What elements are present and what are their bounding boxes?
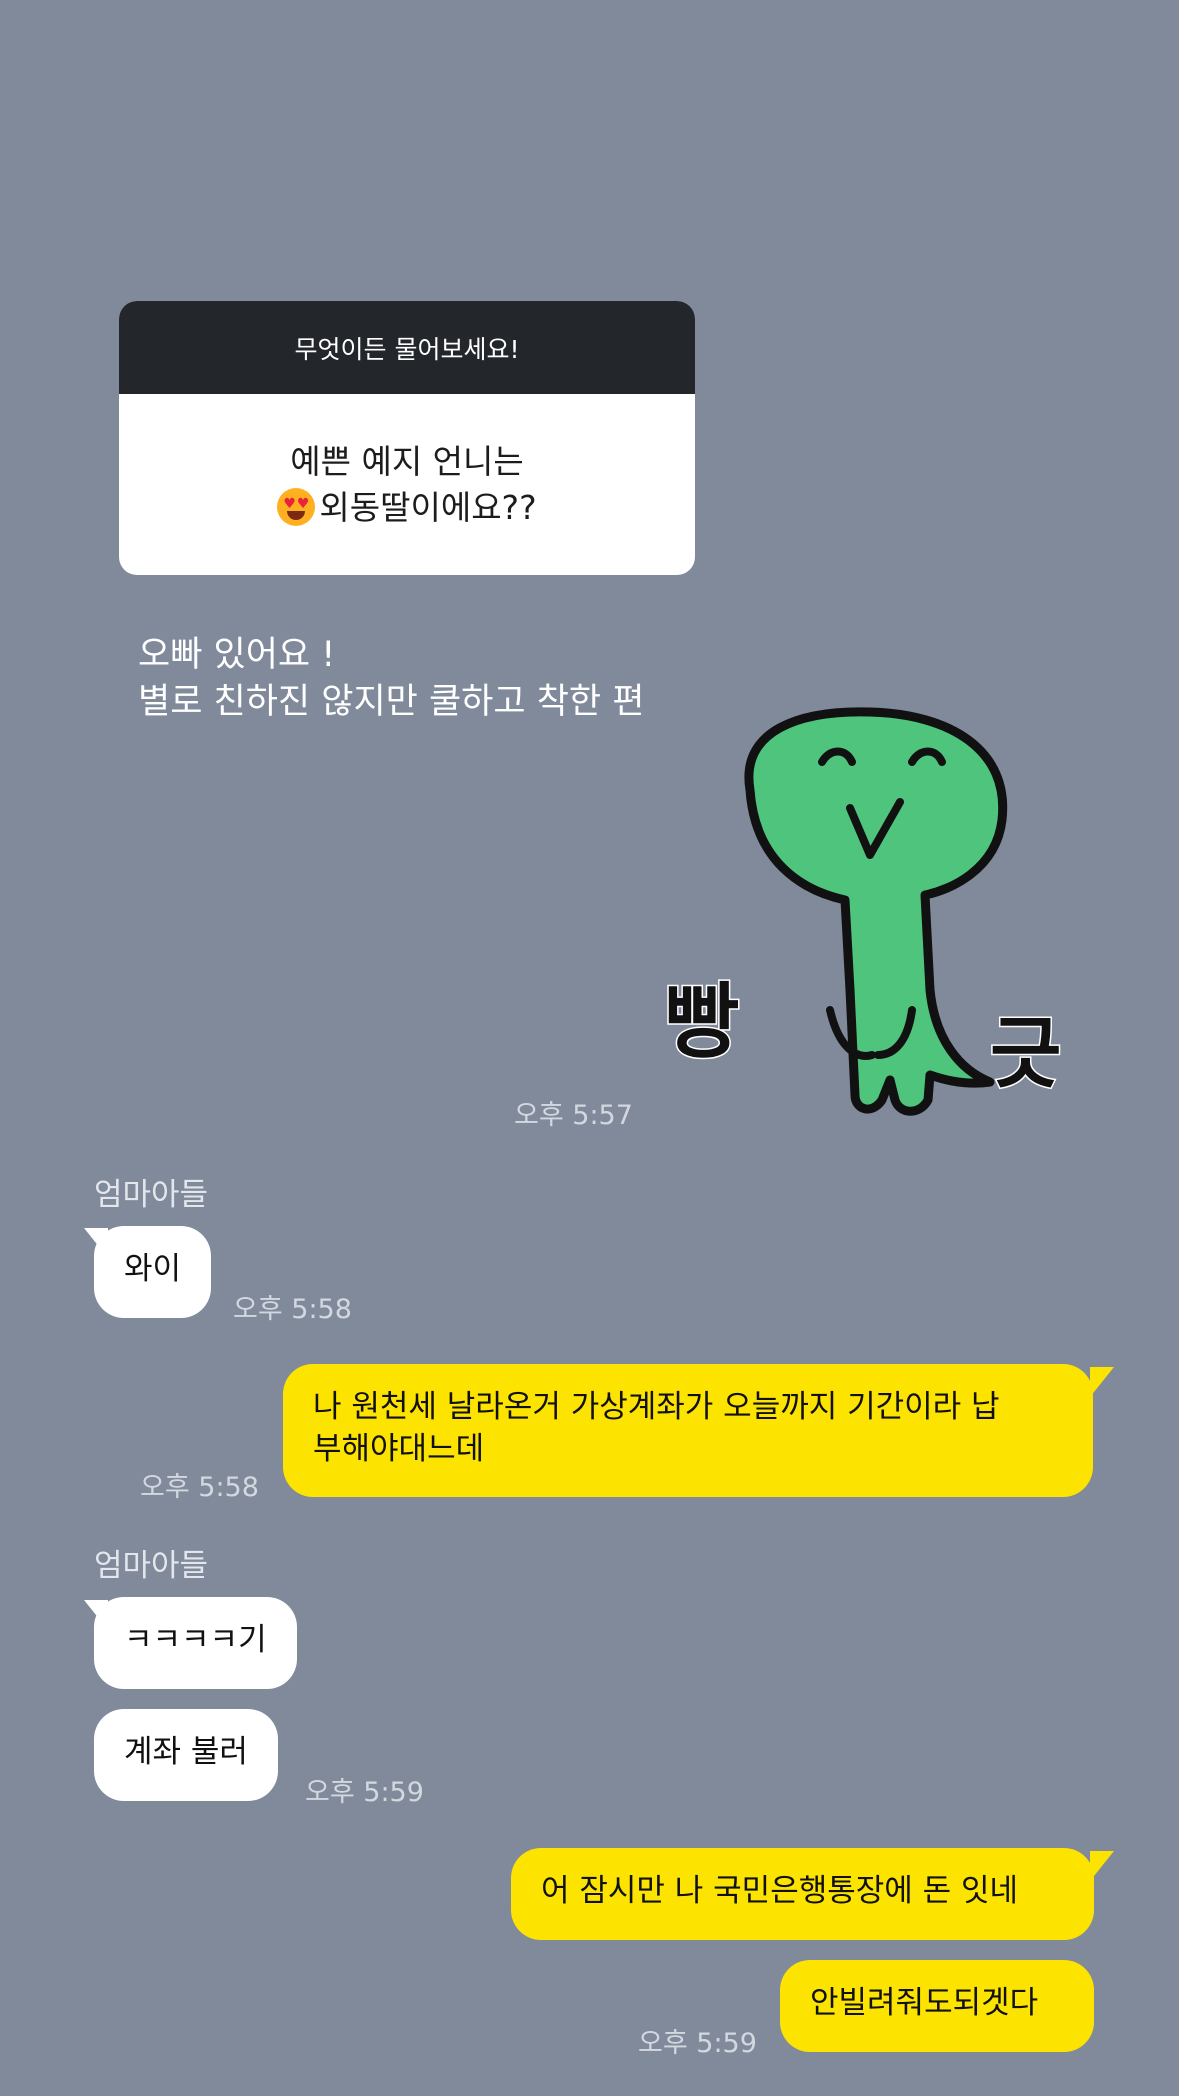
bubble-tail [1090,1367,1114,1397]
outgoing-message-bubble[interactable]: 어 잠시만 나 국민은행통장에 돈 잇네 [511,1848,1094,1940]
sender-name: 엄마아들 [94,1177,209,1213]
incoming-message-bubble[interactable]: ㅋㅋㅋㅋ기 [94,1597,297,1689]
message-line-1: 나 원천세 날라온거 가상계좌가 오늘까지 기간이라 납 [313,1389,1000,1425]
message-line-2: 부해야대느데 [313,1431,485,1467]
incoming-message-bubble[interactable]: 계좌 불러 [94,1709,278,1801]
green-character-sticker-icon: 빵 긋 [663,707,1063,1116]
sticker-text-left: 빵 [664,975,739,1070]
sender-name: 엄마아들 [94,1548,209,1584]
question-line-1: 예쁜 예지 언니는 [290,441,524,481]
question-card-header: 무엇이든 물어보세요! [119,301,695,394]
message-time: 오후 5:57 [514,1100,633,1131]
message-time: 오후 5:58 [140,1472,259,1503]
question-card-body: 예쁜 예지 언니는 ♥ ♥ 외동딸이에요?? [119,394,695,575]
message-time: 오후 5:59 [305,1777,424,1808]
message-time: 오후 5:58 [233,1294,352,1325]
message-time: 오후 5:59 [638,2028,757,2059]
story-answer-text: 오빠 있어요 ! 별로 친하진 않지만 쿨하고 착한 편 [138,632,644,726]
outgoing-message-bubble[interactable]: 안빌려줘도되겟다 [780,1960,1094,2052]
answer-line-2: 별로 친하진 않지만 쿨하고 착한 편 [138,682,645,722]
answer-line-1: 오빠 있어요 ! [138,635,336,675]
question-card: 무엇이든 물어보세요! 예쁜 예지 언니는 ♥ ♥ 외동딸이에요?? [119,301,695,575]
sticker-text-right: 긋 [990,1009,1062,1099]
incoming-message-bubble[interactable]: 와이 [94,1226,212,1318]
heart-eyes-emoji-icon: ♥ ♥ [277,487,316,526]
outgoing-message-bubble[interactable]: 나 원천세 날라온거 가상계좌가 오늘까지 기간이라 납 부해야대느데 [283,1364,1093,1497]
question-line-2-wrap: ♥ ♥ 외동딸이에요?? [277,485,537,531]
question-line-2: 외동딸이에요?? [319,487,537,527]
